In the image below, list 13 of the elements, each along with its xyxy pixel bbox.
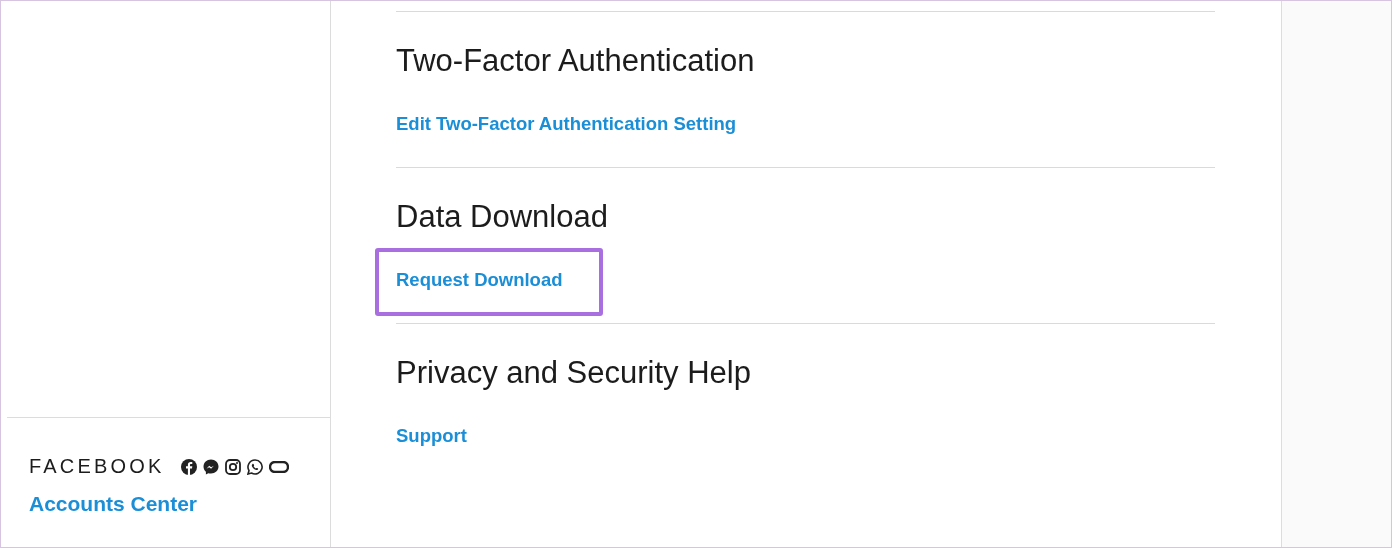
section-link[interactable]: Edit Two-Factor Authentication Setting [396,114,737,134]
phone-bubble-icon [246,458,263,475]
section-heading: Privacy and Security Help [396,355,752,391]
camera-icon [224,458,241,475]
section-link[interactable]: Support [396,426,467,446]
section-heading: Two-Factor Authentication [396,43,756,79]
section-link[interactable]: Request Download [396,270,563,290]
section-heading: Data Download [396,199,609,235]
goggles-icon [268,460,289,473]
brand-wordmark: FACEBOOK [29,455,165,478]
f-logo-icon [180,458,197,475]
accounts-center-link[interactable]: Accounts Center [29,492,198,516]
chat-bubble-icon [202,458,219,475]
